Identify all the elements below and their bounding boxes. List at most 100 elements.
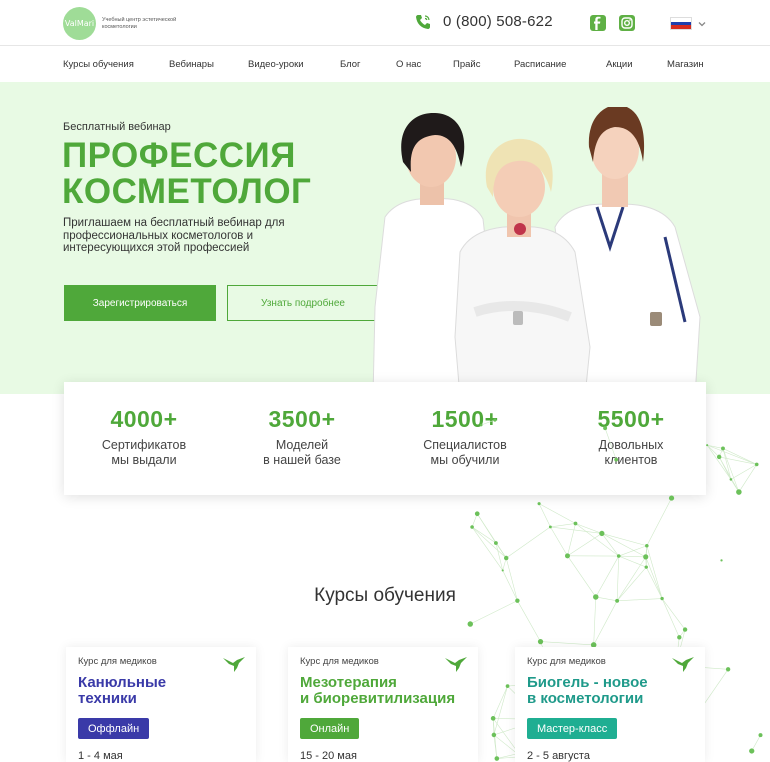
- network-dot: [470, 525, 474, 529]
- course-tag: Курс для медиков: [300, 656, 379, 667]
- stat-certificates: 4000+ Сертификатов мы выдали: [64, 406, 224, 468]
- logo-caption: Учебный центр эстетической косметологии: [102, 16, 177, 30]
- network-dot: [564, 553, 570, 559]
- stat-label-line1: Сертификатов: [101, 438, 187, 452]
- nav-item-promotions[interactable]: Акции: [606, 59, 633, 70]
- hero-subtitle: Бесплатный вебинар: [63, 121, 171, 133]
- network-dot: [537, 638, 544, 645]
- network-dot: [501, 569, 504, 572]
- network-dot: [616, 554, 621, 558]
- course-title: Канюльные техники: [78, 675, 258, 707]
- logo-mark: ValMari: [63, 7, 96, 40]
- course-format-badge: Мастер-класс: [527, 718, 618, 739]
- chevron-down-icon: [698, 21, 706, 26]
- hero-description: Приглашаем на бесплатный вебинар для про…: [63, 217, 285, 254]
- nav-item-shop[interactable]: Магазин: [667, 59, 704, 70]
- course-card[interactable]: Курс для медиков Канюльные техники Оффла…: [66, 647, 256, 762]
- network-dot: [758, 733, 763, 738]
- network-dot: [716, 454, 722, 460]
- logo[interactable]: ValMari Учебный центр эстетической косме…: [63, 7, 192, 40]
- register-button[interactable]: Зарегистрироваться: [64, 285, 216, 321]
- network-dot: [614, 457, 619, 462]
- network-dot: [474, 511, 480, 517]
- nav-item-prices[interactable]: Прайс: [453, 59, 480, 70]
- network-dot: [537, 502, 541, 506]
- instagram-icon[interactable]: [619, 15, 635, 31]
- nav-item-courses[interactable]: Курсы обучения: [63, 59, 134, 70]
- course-title: Биогель - новое в косметологии: [527, 675, 707, 707]
- nav-item-schedule[interactable]: Расписание: [514, 59, 566, 70]
- stat-number: 4000+: [110, 406, 178, 432]
- network-dot: [721, 446, 725, 451]
- phone-number[interactable]: 0 (800) 508-622: [443, 13, 553, 30]
- course-format-badge: Онлайн: [300, 718, 360, 739]
- stat-label: Моделей в нашей базе: [222, 438, 382, 468]
- hummingbird-icon: [223, 657, 245, 672]
- network-dot: [706, 444, 709, 447]
- network-dot: [682, 627, 688, 632]
- network-dot: [729, 478, 733, 481]
- nav-item-blog[interactable]: Блог: [340, 59, 361, 70]
- network-dot: [645, 544, 649, 548]
- course-tag: Курс для медиков: [78, 656, 157, 667]
- course-card[interactable]: Курс для медиков Биогель - новое в косме…: [515, 647, 705, 762]
- network-dot: [479, 423, 483, 427]
- language-switcher[interactable]: [670, 17, 707, 30]
- network-dot: [677, 635, 682, 640]
- network-dot: [668, 495, 675, 501]
- network-dot: [494, 756, 500, 761]
- hummingbird-icon: [445, 657, 467, 672]
- network-dot: [490, 716, 496, 721]
- facebook-icon[interactable]: [590, 15, 606, 31]
- site-header: ValMari Учебный центр эстетической косме…: [0, 0, 770, 46]
- courses-section-title: Курсы обучения: [314, 585, 456, 606]
- network-dot: [643, 554, 649, 560]
- network-dot: [491, 732, 497, 738]
- nav-item-video-lessons[interactable]: Видео-уроки: [248, 59, 304, 70]
- network-dot: [603, 426, 608, 431]
- hero-title-line1: ПРОФЕССИЯ: [62, 136, 296, 175]
- doctor-center-figure: [454, 138, 591, 394]
- course-tag: Курс для медиков: [527, 656, 606, 667]
- network-dot: [548, 525, 552, 529]
- course-title-line1: Канюльные: [78, 674, 167, 691]
- hero-banner: Бесплатный вебинар ПРОФЕССИЯ КОСМЕТОЛОГ …: [0, 82, 770, 394]
- network-dot: [493, 541, 498, 545]
- stat-label-line2: мы выдали: [111, 453, 177, 467]
- network-dot: [504, 555, 509, 561]
- hero-title-line2: КОСМЕТОЛОГ: [62, 172, 312, 211]
- network-dot: [725, 667, 731, 672]
- course-card[interactable]: Курс для медиков Мезотерапия и биоревити…: [288, 647, 478, 762]
- network-dot: [599, 530, 605, 537]
- network-dot: [493, 418, 497, 422]
- hummingbird-icon: [672, 657, 694, 672]
- learn-more-button[interactable]: Узнать подробнее: [227, 285, 379, 321]
- network-dot: [754, 462, 759, 467]
- stat-label-line1: Моделей: [275, 438, 329, 452]
- course-title-line2: техники: [78, 690, 137, 707]
- course-date: 1 - 4 мая: [78, 750, 123, 762]
- stat-label-line2: в нашей базе: [263, 453, 341, 467]
- course-date: 2 - 5 августа: [527, 750, 590, 762]
- network-dot: [644, 565, 648, 569]
- network-dot: [467, 621, 473, 627]
- phone-icon: [416, 14, 430, 29]
- team-photo: [372, 107, 701, 394]
- network-dot: [736, 489, 742, 495]
- course-format-badge: Оффлайн: [78, 718, 150, 739]
- main-nav: Курсы обучения Вебинары Видео-уроки Блог…: [0, 46, 770, 82]
- course-title-line1: Биогель - новое: [527, 674, 648, 691]
- stat-number: 3500+: [268, 406, 336, 432]
- network-dot: [720, 559, 723, 562]
- course-title-line1: Мезотерапия: [300, 674, 397, 691]
- nav-item-about[interactable]: О нас: [396, 59, 421, 70]
- course-title-line2: и биоревитилизация: [300, 690, 456, 707]
- stat-label: Сертификатов мы выдали: [64, 438, 224, 468]
- nav-item-webinars[interactable]: Вебинары: [169, 59, 214, 70]
- course-date: 15 - 20 мая: [300, 750, 357, 762]
- phone-contact[interactable]: 0 (800) 508-622: [415, 13, 553, 30]
- stat-models: 3500+ Моделей в нашей базе: [222, 406, 382, 468]
- network-dot: [505, 684, 510, 688]
- hero-title: ПРОФЕССИЯ КОСМЕТОЛОГ: [62, 138, 311, 210]
- russian-flag-icon: [670, 17, 692, 30]
